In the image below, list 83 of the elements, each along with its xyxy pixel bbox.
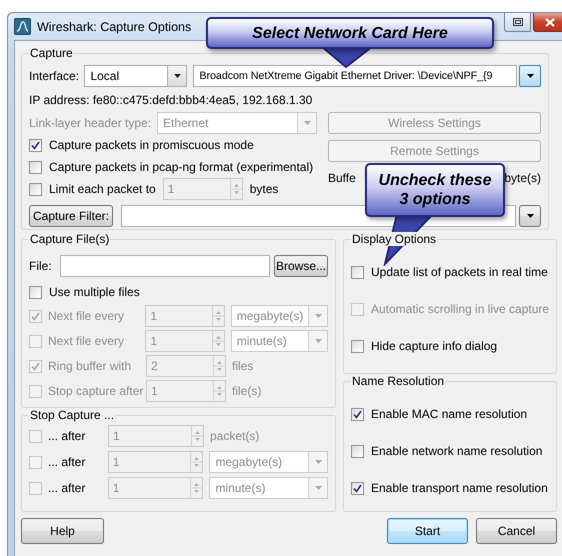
spin-arrows-icon xyxy=(212,306,224,326)
option-label: Hide capture info dialog xyxy=(371,339,498,353)
option-label: Enable MAC name resolution xyxy=(371,407,528,421)
group-title: Name Resolution xyxy=(351,374,446,388)
spin-arrows-icon xyxy=(190,478,202,498)
dialog-button[interactable]: Start xyxy=(387,518,468,544)
file-label: File: xyxy=(29,259,53,273)
dialog-button[interactable]: Cancel xyxy=(476,518,557,544)
dropdown[interactable]: Local xyxy=(84,65,188,87)
close-button[interactable] xyxy=(533,13,562,32)
spin-arrows-icon xyxy=(190,452,202,472)
file-field[interactable] xyxy=(60,255,270,277)
dropdown-arrow-icon xyxy=(314,486,322,490)
dropdown-arrow-icon xyxy=(174,74,181,78)
option-label: Capture packets in promiscuous mode xyxy=(49,138,254,152)
option-label: Limit each packet to xyxy=(49,182,156,196)
spin-arrows-icon xyxy=(212,331,224,351)
checkbox[interactable] xyxy=(29,456,42,468)
option-label: Enable transport name resolution xyxy=(371,481,548,495)
close-icon xyxy=(545,18,555,26)
checkbox[interactable] xyxy=(351,444,364,458)
device-field[interactable]: Broadcom NetXtreme Gigabit Ethernet Driver: \Device\NPF_{9 xyxy=(193,65,518,87)
dropdown-arrow-icon xyxy=(314,314,322,318)
capture-filter-button[interactable]: Capture Filter: xyxy=(29,205,113,227)
interface-label: Interface: xyxy=(29,69,80,83)
spin-box[interactable]: 1 xyxy=(108,477,204,499)
dropdown-arrow-icon xyxy=(526,214,534,218)
option-label: ... after xyxy=(48,429,86,443)
option-label: ... after xyxy=(48,455,86,469)
unit-label: bytes xyxy=(250,182,278,196)
option-label: Automatic scrolling in live capture xyxy=(371,302,550,316)
spin-arrows-icon xyxy=(213,381,225,401)
dropdown[interactable]: minute(s) xyxy=(209,477,328,499)
checkbox[interactable] xyxy=(29,182,42,196)
dropdown-arrow-icon xyxy=(314,339,322,343)
checkbox[interactable] xyxy=(29,160,42,174)
ip-address-text: IP address: fe80::c475:defd:bbb4:4ea5, 192.168.1.30 xyxy=(29,93,312,107)
group-title: Display Options xyxy=(351,232,438,246)
checkbox[interactable] xyxy=(29,430,42,442)
buffer-label: Buffe xyxy=(328,171,356,185)
group-title: Stop Capture ... xyxy=(29,408,116,422)
app-icon xyxy=(14,18,31,35)
group-title: Capture xyxy=(29,46,74,60)
option-label: Capture packets in pcap-ng format (experimental) xyxy=(49,160,314,174)
group-title: Capture File(s) xyxy=(29,232,110,246)
unit-label: files xyxy=(232,359,254,373)
option-label: Next file every xyxy=(48,309,126,323)
spin-box[interactable]: 1 xyxy=(162,178,243,200)
unit-label: packet(s) xyxy=(210,429,260,443)
dropdown-button[interactable] xyxy=(519,205,541,227)
unit-label: file(s) xyxy=(232,384,262,398)
option-label: Use multiple files xyxy=(49,285,140,299)
maximize-icon xyxy=(512,18,522,26)
option-label: Enable network name resolution xyxy=(371,444,542,458)
spin-arrows-icon xyxy=(213,356,225,376)
option-label: ... after xyxy=(48,481,86,495)
callout: Select Network Card Here xyxy=(206,17,494,49)
dropdown-arrow-icon xyxy=(314,460,322,464)
option-label: Ring buffer with xyxy=(48,359,132,373)
spin-box[interactable]: 1 xyxy=(108,425,204,447)
window-title: Wireshark: Capture Options xyxy=(37,20,192,34)
option-label: Next file every xyxy=(48,334,126,348)
checkbox[interactable] xyxy=(29,482,42,494)
dropdown-arrow-icon xyxy=(526,74,534,78)
buffer-label: byte(s) xyxy=(504,171,541,185)
option-label: Update list of packets in real time xyxy=(371,265,548,279)
dropdown-button[interactable] xyxy=(519,65,541,87)
checkbox[interactable] xyxy=(29,138,42,152)
callout: Uncheck these 3 options xyxy=(365,163,505,217)
checkbox[interactable] xyxy=(29,286,42,298)
checkbox[interactable] xyxy=(351,340,364,352)
dropdown-arrow-icon xyxy=(304,121,310,125)
maximize-button[interactable] xyxy=(504,13,531,32)
link-layer-label: Link-layer header type: xyxy=(29,116,152,130)
checkbox[interactable] xyxy=(351,266,364,278)
dialog-button[interactable]: Help xyxy=(21,518,104,544)
checkbox[interactable] xyxy=(351,482,364,494)
dropdown[interactable]: megabyte(s) xyxy=(209,451,328,473)
spin-arrows-icon xyxy=(191,426,203,446)
spin-box[interactable]: 1 xyxy=(108,451,204,473)
browse-button[interactable]: Browse... xyxy=(274,255,328,277)
spin-arrows-icon xyxy=(230,179,242,199)
checkbox[interactable] xyxy=(351,408,364,420)
